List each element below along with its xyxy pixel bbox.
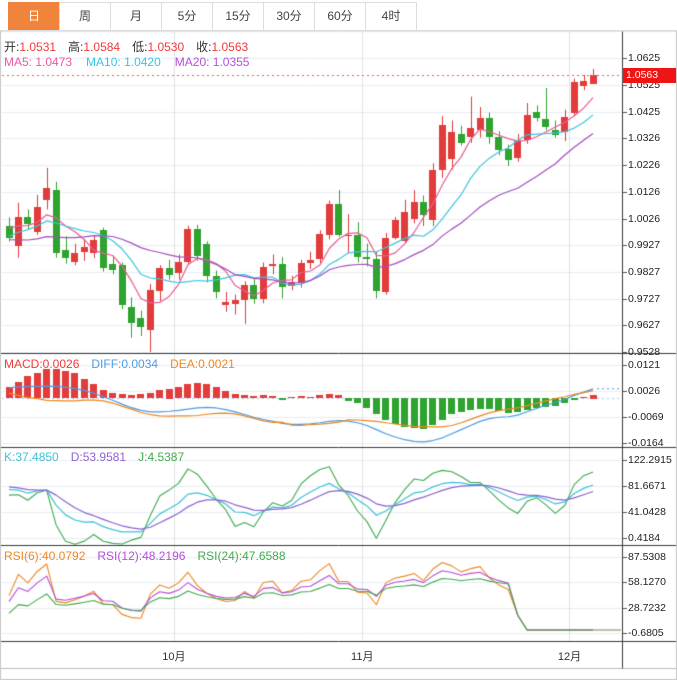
axis-tick-label: -0.0164	[628, 437, 664, 449]
axis-tick-label: 0.0026	[628, 385, 661, 397]
rsi-readout: RSI(6):40.0792 RSI(12):48.2196 RSI(24):47.…	[4, 549, 298, 563]
open-value: 1.0531	[19, 40, 57, 54]
axis-tick-label: 0.9827	[628, 265, 661, 278]
tab-日[interactable]: 日	[8, 2, 60, 30]
period-tabbar: 日周月 5分 15分 30分 60分 4时	[0, 0, 677, 31]
tab-4时[interactable]: 4时	[365, 2, 417, 30]
tab-月[interactable]: 月	[110, 2, 162, 30]
tab-15分[interactable]: 15分	[212, 2, 264, 30]
axis-tick-label: 1.0226	[628, 158, 661, 171]
macd-readout: MACD:0.0026 DIFF:0.0034 DEA:0.0021	[4, 357, 247, 371]
month-label: 10月	[162, 651, 186, 663]
axis-tick-label: 41.0428	[628, 505, 666, 518]
rsi24-value: RSI(24):47.6588	[197, 549, 286, 563]
chart-canvas[interactable]	[0, 0, 677, 680]
axis-tick-label: 1.0326	[628, 132, 661, 145]
axis-tick-label: 28.7232	[628, 601, 666, 614]
month-label: 12月	[557, 651, 582, 663]
macd-value: MACD:0.0026	[4, 357, 80, 371]
j-value: J:4.5387	[138, 450, 185, 464]
axis-tick-label: 0.4184	[628, 532, 661, 544]
ma20-readout: MA20: 1.0355	[174, 55, 250, 69]
axis-tick-label: 0.9727	[628, 292, 661, 305]
close-value: 1.0563	[211, 40, 249, 54]
axis-tick-label: 58.1270	[628, 576, 666, 589]
tab-周[interactable]: 周	[59, 2, 111, 30]
axis-tick-label: -0.6805	[628, 627, 664, 639]
open-label: 开:	[4, 40, 20, 54]
rsi12-value: RSI(12):48.2196	[97, 549, 186, 563]
tab-5分[interactable]: 5分	[161, 2, 213, 30]
high-label: 高:	[68, 40, 84, 54]
dea-value: DEA:0.0021	[170, 357, 235, 371]
chart-app: 日周月 5分 15分 30分 60分 4时 开:1.0531 高:1.0584 低:1.053…	[0, 0, 677, 680]
tab-30分[interactable]: 30分	[263, 2, 315, 30]
rsi6-value: RSI(6):40.0792	[4, 549, 86, 563]
high-value: 1.0584	[83, 40, 121, 54]
ma-readout: MA5: 1.0473 MA10: 1.0420 MA20: 1.0355	[4, 55, 249, 69]
low-label: 低:	[132, 40, 148, 54]
axis-tick-label: 87.5308	[628, 551, 666, 563]
ma5-readout: MA5: 1.0473	[4, 55, 73, 69]
axis-tick-label: -0.0069	[628, 411, 664, 423]
axis-tick-label: 81.6671	[628, 480, 666, 492]
last-price-tag: 1.0563	[623, 67, 676, 83]
month-label: 11月	[351, 651, 374, 663]
axis-tick-label: 0.9627	[628, 319, 661, 332]
close-label: 收:	[196, 40, 212, 54]
axis-tick-label: 122.2915	[628, 454, 672, 466]
k-value: K:37.4850	[4, 450, 59, 464]
ma10-readout: MA10: 1.0420	[86, 55, 161, 69]
kdj-readout: K:37.4850 D:53.9581 J:4.5387	[4, 450, 196, 464]
axis-tick-label: 0.9927	[628, 239, 661, 252]
low-value: 1.0530	[147, 40, 185, 54]
axis-tick-label: 1.0026	[628, 212, 661, 225]
axis-tick-label: 1.0425	[628, 105, 661, 118]
ohlc-readout: 开:1.0531 高:1.0584 低:1.0530 收:1.0563	[4, 38, 260, 55]
axis-tick-label: 0.9528	[628, 346, 661, 358]
axis-tick-label: 1.0625	[628, 52, 661, 64]
tab-60分[interactable]: 60分	[314, 2, 366, 30]
axis-tick-label: 1.0126	[628, 185, 661, 198]
d-value: D:53.9581	[70, 450, 127, 464]
axis-tick-label: 0.0121	[628, 359, 661, 371]
diff-value: DIFF:0.0034	[91, 357, 159, 371]
